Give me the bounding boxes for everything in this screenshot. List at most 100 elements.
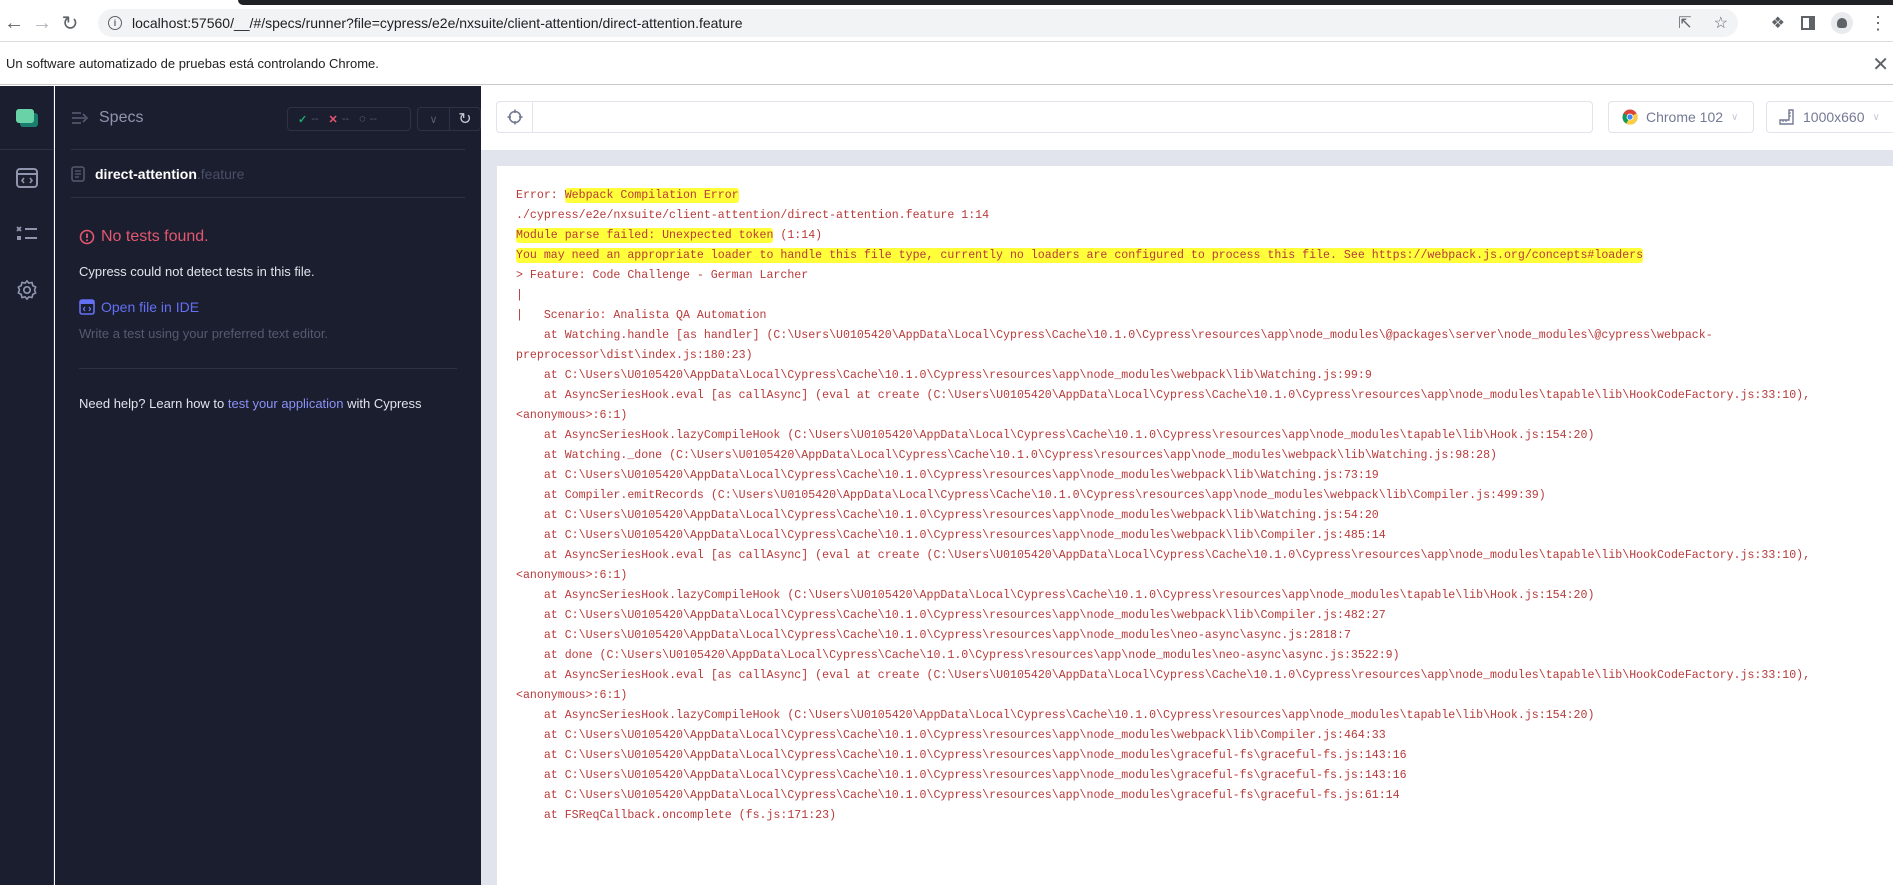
highlighted-error-text: Webpack Compilation Error (564, 188, 739, 203)
error-log-line: at C:\Users\U0105420\AppData\Local\Cypre… (516, 786, 1886, 806)
document-icon (71, 165, 85, 182)
x-icon: ✕ (328, 113, 338, 126)
alert-circle-icon (79, 229, 95, 245)
address-url[interactable]: localhost:57560/__/#/specs/runner?file=c… (132, 15, 743, 31)
error-log-line: at C:\Users\U0105420\AppData\Local\Cypre… (516, 526, 1886, 546)
runner-header: Chrome 102 ∨ 1000x660 ∨ (481, 86, 1893, 150)
error-text: at AsyncSeriesHook.eval [as callAsync] (… (516, 549, 1818, 582)
cypress-logo-icon (15, 108, 38, 127)
error-text: (1:14) (773, 229, 823, 242)
rerun-button[interactable]: ↻ (449, 108, 480, 130)
error-log-line: ./cypress/e2e/nxsuite/client-attention/d… (516, 206, 1886, 226)
error-log-line: at C:\Users\U0105420\AppData\Local\Cypre… (516, 626, 1886, 646)
more-menu-icon[interactable]: ⋮ (1869, 14, 1887, 32)
crosshair-icon (507, 109, 522, 125)
forward-button[interactable]: → (28, 9, 56, 37)
open-in-ide-link[interactable]: Open file in IDE (79, 299, 459, 315)
ide-icon (79, 299, 95, 315)
error-text: at C:\Users\U0105420\AppData\Local\Cypre… (516, 469, 1379, 482)
error-text: at AsyncSeriesHook.lazyCompileHook (C:\U… (516, 589, 1595, 602)
error-log-line: at AsyncSeriesHook.eval [as callAsync] (… (516, 666, 1886, 706)
browser-toolbar: ← → ↻ i localhost:57560/__/#/specs/runne… (0, 5, 1893, 41)
error-log-line: at C:\Users\U0105420\AppData\Local\Cypre… (516, 726, 1886, 746)
error-text: > Feature: Code Challenge - German Larch… (516, 269, 809, 282)
chevron-down-icon: ∨ (429, 113, 438, 126)
address-bar[interactable]: i localhost:57560/__/#/specs/runner?file… (98, 9, 1738, 37)
help-suffix: with Cypress (343, 396, 422, 411)
error-text: at C:\Users\U0105420\AppData\Local\Cypre… (516, 609, 1386, 622)
aut-iframe: Error: Webpack Compilation Error ./cypres… (497, 166, 1893, 885)
no-tests-heading: No tests found. (79, 228, 459, 246)
gear-icon (16, 280, 37, 300)
failed-stat: ✕ -- (328, 113, 350, 126)
nav-item-specs[interactable] (0, 206, 53, 262)
open-in-ide-description: Write a test using your preferred text e… (79, 326, 329, 341)
browser-label: Chrome 102 (1646, 109, 1724, 125)
error-text: at C:\Users\U0105420\AppData\Local\Cypre… (516, 509, 1379, 522)
error-log-line: at AsyncSeriesHook.lazyCompileHook (C:\U… (516, 706, 1886, 726)
open-in-ide-label[interactable]: Open file in IDE (101, 299, 199, 315)
error-log-line: at AsyncSeriesHook.lazyCompileHook (C:\U… (516, 586, 1886, 606)
info-icon[interactable]: i (108, 16, 122, 30)
back-button[interactable]: ← (0, 9, 28, 37)
infobar-close-icon[interactable]: ✕ (1872, 52, 1889, 77)
aut-url-bar (496, 101, 1593, 133)
spec-file-name: direct-attention (95, 165, 197, 182)
browser-selector[interactable]: Chrome 102 ∨ (1608, 101, 1754, 133)
error-log: Error: Webpack Compilation Error ./cypres… (516, 186, 1886, 826)
error-log-line: at C:\Users\U0105420\AppData\Local\Cypre… (516, 746, 1886, 766)
error-text: | (516, 289, 523, 302)
error-text: at Watching.handle [as handler] (C:\User… (516, 329, 1713, 362)
cypress-app: Specs ✓ -- ✕ -- ◌ -- ∨ ↻ direct-attention .f… (0, 86, 1893, 885)
error-text: at C:\Users\U0105420\AppData\Local\Cypre… (516, 729, 1386, 742)
error-log-line: | (516, 286, 1886, 306)
help-text: Need help? Learn how to test your applic… (79, 396, 459, 411)
error-text: at Compiler.emitRecords (C:\Users\U01054… (516, 489, 1546, 502)
automation-infobar: Un software automatizado de pruebas está… (0, 41, 1893, 85)
test-stats: ✓ -- ✕ -- ◌ -- (287, 107, 411, 131)
extensions-puzzle-icon[interactable]: ❖ (1771, 13, 1785, 33)
error-text: at AsyncSeriesHook.lazyCompileHook (C:\U… (516, 429, 1595, 442)
error-text: at C:\Users\U0105420\AppData\Local\Cypre… (516, 769, 1407, 782)
error-text: at AsyncSeriesHook.lazyCompileHook (C:\U… (516, 709, 1595, 722)
spec-file-ext: .feature (196, 165, 245, 182)
reload-button[interactable]: ↻ (56, 9, 84, 37)
specs-header: Specs ✓ -- ✕ -- ◌ -- ∨ ↻ (71, 86, 481, 150)
chevron-down-icon: ∨ (1731, 111, 1739, 123)
runner-controls: ∨ ↻ (417, 107, 481, 131)
aut-url-input[interactable] (533, 102, 1592, 132)
profile-avatar[interactable] (1831, 12, 1853, 34)
nav-item-settings[interactable] (0, 262, 53, 318)
passed-stat: ✓ -- (298, 113, 319, 126)
side-panel-icon[interactable] (1801, 16, 1815, 30)
viewport-label: 1000x660 (1803, 109, 1865, 125)
error-text: at done (C:\Users\U0105420\AppData\Local… (516, 649, 1400, 662)
bookmark-star-icon[interactable]: ☆ (1714, 13, 1728, 33)
error-log-line: at Watching.handle [as handler] (C:\User… (516, 326, 1886, 366)
test-your-application-link[interactable]: test your application (228, 396, 344, 411)
error-log-line: at AsyncSeriesHook.eval [as callAsync] (… (516, 546, 1886, 586)
error-log-line: at Compiler.emitRecords (C:\Users\U01054… (516, 486, 1886, 506)
pending-stat: ◌ -- (359, 113, 377, 125)
nav-item-runs[interactable] (0, 150, 53, 206)
viewport-selector[interactable]: 1000x660 ∨ (1766, 101, 1893, 133)
expand-button[interactable]: ∨ (418, 108, 449, 130)
selector-playground-button[interactable] (497, 102, 533, 132)
spec-file-row: direct-attention .feature (71, 150, 465, 198)
no-tests-description: Cypress could not detect tests in this f… (79, 264, 315, 279)
pending-circle-icon: ◌ (359, 113, 366, 125)
error-text: at Watching._done (C:\Users\U0105420\App… (516, 449, 1498, 462)
error-log-line: at AsyncSeriesHook.lazyCompileHook (C:\U… (516, 426, 1886, 446)
error-text: at AsyncSeriesHook.eval [as callAsync] (… (516, 669, 1818, 702)
error-log-line: at Watching._done (C:\Users\U0105420\App… (516, 446, 1886, 466)
help-prefix: Need help? Learn how to (79, 396, 228, 411)
nav-rail (0, 86, 54, 885)
specs-title: Specs (99, 108, 144, 126)
share-icon[interactable]: ⇱ (1678, 13, 1691, 33)
code-window-icon (15, 168, 38, 188)
specs-list-toggle-icon[interactable] (71, 110, 91, 126)
cypress-logo[interactable] (0, 86, 53, 150)
error-log-line: at done (C:\Users\U0105420\AppData\Local… (516, 646, 1886, 666)
error-log-line: at C:\Users\U0105420\AppData\Local\Cypre… (516, 606, 1886, 626)
error-text: at C:\Users\U0105420\AppData\Local\Cypre… (516, 749, 1407, 762)
